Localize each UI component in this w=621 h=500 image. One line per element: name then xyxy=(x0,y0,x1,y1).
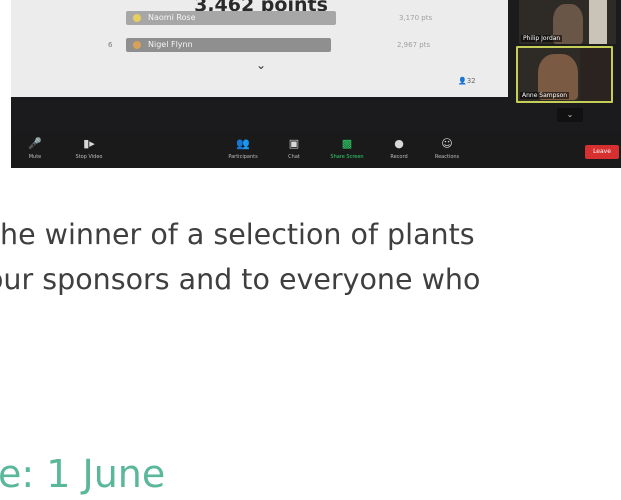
participant-count: 👤32 xyxy=(458,77,476,85)
chevron-down-icon[interactable]: ⌄ xyxy=(557,108,583,122)
article-paragraph: he winner of a selection of plants our s… xyxy=(0,212,621,296)
leaderboard-score: 2,967 pts xyxy=(397,41,431,49)
video-call-screenshot: 3,462 points Naomi Rose 3,170 pts 6 Nige… xyxy=(11,0,621,168)
leaderboard-score: 3,170 pts xyxy=(399,14,433,22)
share-screen-icon: ▩ xyxy=(341,137,353,150)
leaderboard-rank: 6 xyxy=(108,41,113,49)
participants-button[interactable]: 👥 Participants xyxy=(223,137,263,160)
participants-icon: 👥 xyxy=(236,137,250,150)
meeting-toolbar: 🎤 Mute ▮▸ Stop Video 👥 Participants ▣ Ch… xyxy=(11,131,621,168)
mute-button[interactable]: 🎤 Mute xyxy=(15,137,55,160)
record-button[interactable]: ● Record xyxy=(379,137,419,160)
stop-video-button[interactable]: ▮▸ Stop Video xyxy=(69,137,109,160)
leave-button[interactable]: Leave xyxy=(585,145,619,159)
chat-icon: ▣ xyxy=(288,137,300,150)
leaderboard-name: Nigel Flynn xyxy=(148,40,193,49)
avatar-icon xyxy=(133,41,141,49)
shared-screen-leaderboard: 3,462 points Naomi Rose 3,170 pts 6 Nige… xyxy=(11,0,508,97)
smiley-icon: ☺ xyxy=(441,137,453,150)
chat-button[interactable]: ▣ Chat xyxy=(274,137,314,160)
tile-name: Philip Jordan xyxy=(521,35,563,42)
tile-name: Anne Sampson xyxy=(520,92,570,99)
section-heading: e: 1 June xyxy=(0,452,166,496)
leaderboard-row: Nigel Flynn xyxy=(126,38,331,52)
share-screen-button[interactable]: ▩ Share Screen xyxy=(327,137,367,160)
leaderboard-name: Naomi Rose xyxy=(148,13,196,22)
record-icon: ● xyxy=(394,137,404,150)
article-line: he winner of a selection of plants xyxy=(0,218,475,251)
background xyxy=(580,48,611,101)
video-tile[interactable]: Philip Jordan xyxy=(519,0,616,44)
leaderboard-row: Naomi Rose xyxy=(126,11,336,25)
video-tile-active-speaker[interactable]: Anne Sampson xyxy=(516,46,613,103)
reactions-button[interactable]: ☺ Reactions xyxy=(427,137,467,160)
article-line: our sponsors and to everyone who xyxy=(0,263,481,296)
chevron-down-icon[interactable]: ⌄ xyxy=(256,58,266,72)
video-camera-icon: ▮▸ xyxy=(83,137,95,150)
microphone-icon: 🎤 xyxy=(28,137,42,150)
medal-icon xyxy=(133,14,141,22)
background-wall xyxy=(589,0,607,44)
